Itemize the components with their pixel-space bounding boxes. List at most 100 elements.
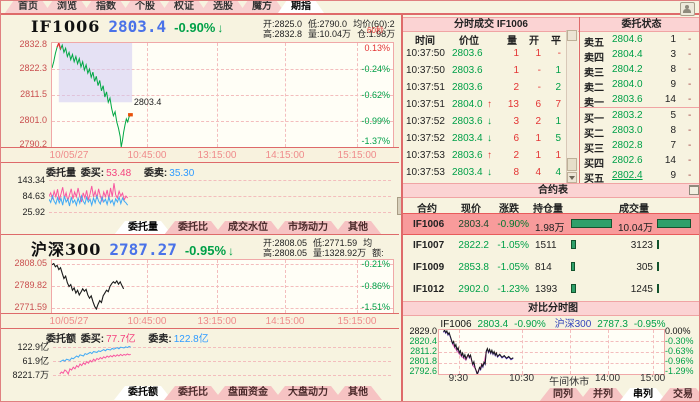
tab-home[interactable]: 首页 <box>5 0 51 13</box>
tab-other[interactable]: 其他 <box>334 221 382 235</box>
arrow-down-glyph <box>569 176 575 180</box>
time-tick: 10:45:00 <box>128 150 167 161</box>
tab-cascade[interactable]: 串列 <box>619 388 667 402</box>
pct-tick: 0.00% <box>665 327 700 335</box>
contract-row-if1007[interactable]: IF10072822.2-1.05%15113123 <box>403 235 700 257</box>
contract-row-if1012[interactable]: IF10122902.0-1.23%13931245 <box>403 279 700 301</box>
last-price: 2803.4 <box>108 17 166 36</box>
tab-browse[interactable]: 浏览 <box>44 0 90 13</box>
order-volume-strip[interactable]: 委托量 委买:53.48 委卖:35.30 143.34 84.63 25.92 <box>1 164 399 219</box>
tab-side-by-side[interactable]: 并列 <box>579 388 627 402</box>
tab-warrants[interactable]: 权证 <box>161 0 207 13</box>
layout-tabs: 同列 并列 串列 交易 <box>539 388 699 402</box>
tab-same-column[interactable]: 同列 <box>539 388 587 402</box>
tab-cube[interactable]: 魔方 <box>239 0 285 13</box>
tab-market-funds[interactable]: 盘面资金 <box>214 386 282 400</box>
pct-tick: 0.13% <box>364 44 390 53</box>
date-label: 10/05/27 <box>50 316 89 327</box>
contract-row-if1009[interactable]: IF10092853.8-1.05%814305 <box>403 257 700 279</box>
y-tick: 25.92 <box>1 208 45 217</box>
comparison-time-axis: 9:30 10:30 午间休市 14:00 15:00 <box>438 373 664 385</box>
book-row-buy1[interactable]: 买一2803.25- <box>580 107 700 123</box>
tab-stock-picker[interactable]: 选股 <box>200 0 246 13</box>
tick-row[interactable]: 10:37:502803.61-1 <box>403 62 566 79</box>
tab-stocks[interactable]: 个股 <box>122 0 168 13</box>
tick-row[interactable]: 10:37:532803.4↓844 <box>403 164 566 181</box>
price-dir-icon: ↓ <box>487 167 492 178</box>
tab-order-ratio-2[interactable]: 委托比 <box>164 386 222 400</box>
tick-scrollbar[interactable] <box>566 30 578 183</box>
panel-title-text: 分时成交 <box>454 19 494 30</box>
scroll-up-icon[interactable] <box>567 30 577 41</box>
if1006-plot-area: 2803.4 0.13% -0.24% -0.62% -0.99% -1.37% <box>51 42 394 148</box>
tick-row[interactable]: 10:37:522803.6↓321 <box>403 113 566 130</box>
tick-trades-panel: 分时成交 IF1006 时间 价位 量 开 平 10:37:502803.611… <box>403 17 580 183</box>
tab-other-2[interactable]: 其他 <box>334 386 382 400</box>
tab-order-ratio[interactable]: 委托比 <box>164 221 222 235</box>
time-tick: 15:00 <box>640 373 665 384</box>
pct-tick: -0.62% <box>361 91 390 100</box>
contracts-rows: IF10062803.4-0.90%1.98万10.04万 IF10072822… <box>403 213 700 301</box>
down-arrow-icon: ↓ <box>217 21 223 35</box>
lunch-break-label: 午间休市 <box>549 373 589 388</box>
book-row-sell3[interactable]: 卖三2804.28- <box>580 62 700 77</box>
order-amount-strip[interactable]: 委托额 委买:77.7亿 委卖:122.8亿 122.9亿 61.9亿 8221… <box>1 330 399 384</box>
pct-tick: -0.86% <box>361 282 390 291</box>
y-tick: 8221.7万 <box>1 371 49 380</box>
scroll-down-icon[interactable] <box>567 172 577 183</box>
scroll-thumb[interactable] <box>567 158 577 171</box>
book-row-buy3[interactable]: 买三2802.87- <box>580 138 700 153</box>
tab-index[interactable]: 指数 <box>83 0 129 13</box>
change-percent: -0.95% <box>185 243 226 258</box>
tab-order-amount[interactable]: 委托额 <box>114 386 172 400</box>
indicator-tabs-2: 委托额 委托比 盘面资金 大盘动力 其他 <box>114 385 374 400</box>
tab-trade-level[interactable]: 成交水位 <box>214 221 282 235</box>
comparison-legend: IF10062803.4-0.90% 沪深3002787.3-0.95% <box>403 315 700 330</box>
stat-avg: 均 <box>363 238 372 248</box>
book-row-sell1[interactable]: 卖一2803.614- <box>580 92 700 107</box>
tick-row[interactable]: 10:37:522803.4↓615 <box>403 130 566 147</box>
pct-tick: -0.30% <box>665 337 700 345</box>
book-row-buy5[interactable]: 买五2802.49- <box>580 168 700 183</box>
y-tick: 84.63 <box>1 192 45 201</box>
tick-row[interactable]: 10:37:502803.611- <box>403 45 566 62</box>
contract-row-if1006[interactable]: IF10062803.4-0.90%1.98万10.04万 <box>403 213 700 235</box>
book-row-sell2[interactable]: 卖二2804.09- <box>580 77 700 92</box>
book-row-sell5[interactable]: 卖五2804.61- <box>580 32 700 47</box>
pct-tick: -0.24% <box>361 65 390 74</box>
tab-market-power[interactable]: 大盘动力 <box>274 386 342 400</box>
user-icon[interactable] <box>680 2 695 16</box>
tab-trade[interactable]: 交易 <box>659 388 700 402</box>
book-row-buy2[interactable]: 买二2803.08- <box>580 123 700 138</box>
restore-window-icon[interactable] <box>689 185 699 195</box>
tab-futures-active[interactable]: 期指 <box>278 0 324 13</box>
change-percent: -0.90% <box>174 20 215 35</box>
tick-trades-columns: 时间 价位 量 开 平 <box>403 30 579 45</box>
book-row-buy4[interactable]: 买四2802.614- <box>580 153 700 168</box>
if1006-intraday-chart[interactable]: 2803.4 0.13% -0.24% -0.62% -0.99% -1.37%… <box>1 42 399 147</box>
tick-row[interactable]: 10:37:512804.0↑1367 <box>403 96 566 113</box>
comparison-plot-area[interactable] <box>438 329 665 375</box>
order-book-title: 委托状态 <box>580 17 700 32</box>
vol-bar <box>657 240 695 249</box>
time-axis: 10/05/27 10:45:00 13:15:00 14:15:00 15:1… <box>1 313 399 329</box>
futures-terminal-window: 首页 浏览 指数 个股 权证 选股 魔方 期指 IF1006 2803.4 -0… <box>0 0 700 402</box>
book-row-sell4[interactable]: 卖四2804.43- <box>580 47 700 62</box>
pct-tick: -0.63% <box>665 347 700 355</box>
tab-market-momentum[interactable]: 市场动力 <box>274 221 342 235</box>
stat-low: 低:2790.0 <box>308 19 347 29</box>
tab-order-volume[interactable]: 委托量 <box>114 221 172 235</box>
tick-row[interactable]: 10:37:512803.62-2 <box>403 79 566 96</box>
hs300-intraday-chart[interactable]: -0.21% -0.86% -1.51% 2808.05 2789.82 277… <box>1 259 399 313</box>
last-price: 2787.27 <box>109 240 176 259</box>
price-tick: 2801.8 <box>405 357 437 365</box>
pct-tick: -1.51% <box>361 303 390 312</box>
pct-tick: -0.21% <box>361 260 390 269</box>
right-panel: 分时成交 IF1006 时间 价位 量 开 平 10:37:502803.611… <box>401 15 700 402</box>
order-amount-lines <box>53 340 391 380</box>
date-label: 10/05/27 <box>50 150 89 161</box>
down-arrow-icon: ↓ <box>228 244 234 258</box>
stat-open: 开:2825.0 <box>263 19 302 29</box>
tick-row[interactable]: 10:37:532803.6↑211 <box>403 147 566 164</box>
hs300-plot-area: -0.21% -0.86% -1.51% <box>51 259 394 314</box>
